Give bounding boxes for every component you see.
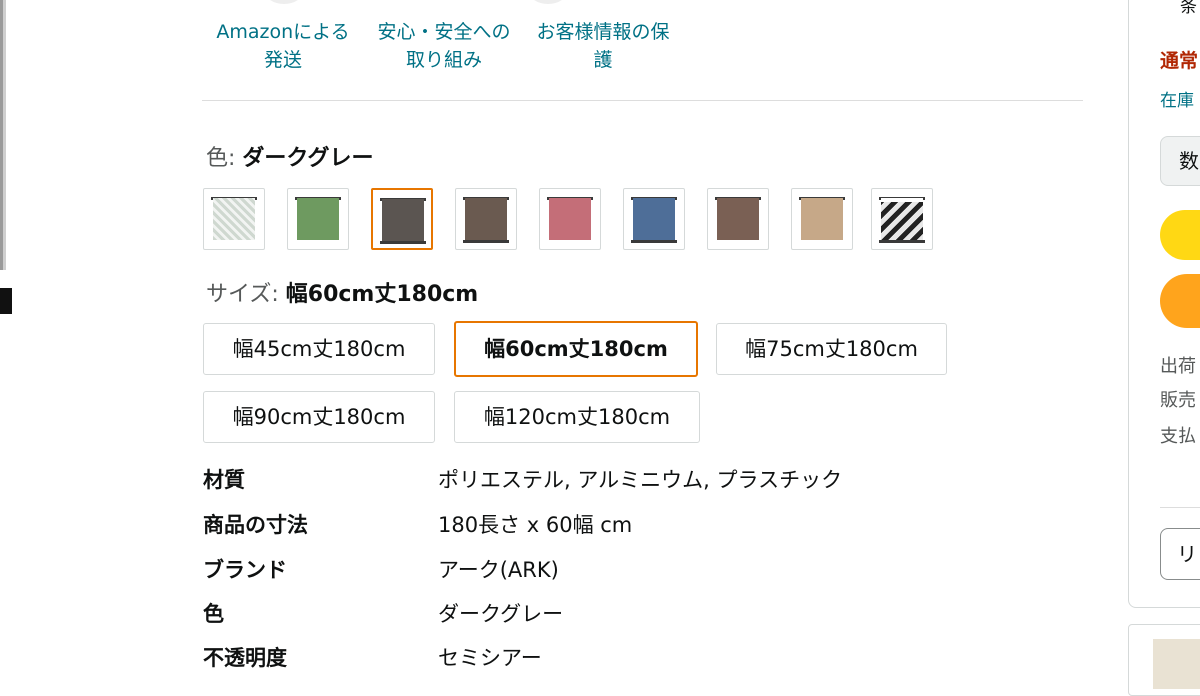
buybox-payment[interactable]: 支払 xyxy=(1160,422,1196,448)
trust-badge-fba[interactable]: Amazonによる 発送 xyxy=(203,18,363,74)
color-swatch-selected[interactable] xyxy=(371,188,433,250)
add-to-list-button[interactable]: リ xyxy=(1160,528,1200,580)
trust-badges: Amazonによる 発送 安心・安全への 取り組み お客様情報の保 護 xyxy=(203,0,703,80)
section-divider xyxy=(202,100,1083,101)
swatch-fabric xyxy=(633,198,675,240)
spec-value: ポリエステル, アルミニウム, プラスチック xyxy=(438,468,843,492)
buybox-sold-by: 販売 xyxy=(1160,390,1196,411)
trust-icon xyxy=(265,0,303,4)
trust-badge-line: お客様情報の保 xyxy=(536,21,670,43)
spec-value: セミシアー xyxy=(438,646,542,670)
buybox-divider xyxy=(1160,507,1200,508)
color-swatch[interactable] xyxy=(707,188,769,250)
color-variation-label: 色: ダークグレー xyxy=(206,140,374,172)
size-label-value: 幅60cm丈180cm xyxy=(285,282,479,307)
buybox-shipping-type: 通常 xyxy=(1160,50,1199,72)
image-frame-shadow xyxy=(0,0,3,270)
image-frame-foot xyxy=(0,288,12,314)
color-swatch[interactable] xyxy=(455,188,517,250)
swatch-rod xyxy=(879,240,925,243)
spec-key: 不透明度 xyxy=(203,646,287,670)
color-swatch[interactable] xyxy=(871,188,933,250)
left-image-edge xyxy=(0,0,12,675)
color-swatch[interactable] xyxy=(539,188,601,250)
swatch-fabric xyxy=(881,198,923,240)
swatch-fabric xyxy=(717,198,759,240)
related-product-thumbnail xyxy=(1153,639,1200,689)
trust-badge-safety[interactable]: 安心・安全への 取り組み xyxy=(364,18,524,74)
quantity-select[interactable]: 数 xyxy=(1160,136,1200,186)
spec-value: 180長さ x 60幅 cm xyxy=(438,513,633,537)
trust-badge-line: 取り組み xyxy=(405,49,482,71)
size-option[interactable]: 幅45cm丈180cm xyxy=(203,323,435,375)
trust-badge-line: Amazonによる xyxy=(216,21,350,43)
spec-row: ブランド アーク(ARK) xyxy=(203,550,1003,590)
color-swatch[interactable] xyxy=(791,188,853,250)
spec-row: 材質 ポリエステル, アルミニウム, プラスチック xyxy=(203,460,1003,500)
color-swatch[interactable] xyxy=(623,188,685,250)
swatch-fabric xyxy=(801,198,843,240)
size-option-selected[interactable]: 幅60cm丈180cm xyxy=(454,321,698,377)
spec-key: 商品の寸法 xyxy=(203,513,308,537)
related-product-card[interactable] xyxy=(1128,624,1200,696)
size-label-key: サイズ: xyxy=(206,282,279,307)
buybox-ship-from: 出荷 xyxy=(1160,356,1196,377)
color-label-key: 色: xyxy=(206,146,236,171)
swatch-rod xyxy=(380,241,426,244)
spec-row: 不透明度 セミシアー xyxy=(203,638,1003,678)
spec-key: ブランド xyxy=(203,558,287,582)
buybox-stock: 在庫 xyxy=(1160,91,1194,111)
spec-key: 材質 xyxy=(203,468,245,492)
size-option[interactable]: 幅90cm丈180cm xyxy=(203,391,435,443)
trust-badge-line: 護 xyxy=(593,49,613,71)
size-option[interactable]: 幅75cm丈180cm xyxy=(716,323,947,375)
spec-value: アーク(ARK) xyxy=(438,558,559,582)
trust-badge-privacy[interactable]: お客様情報の保 護 xyxy=(523,18,683,74)
trust-badge-line: 発送 xyxy=(263,49,302,71)
swatch-fabric xyxy=(382,199,424,241)
swatch-rod xyxy=(631,240,677,243)
spec-key: 色 xyxy=(203,602,224,626)
spec-row: 色 ダークグレー xyxy=(203,594,1003,634)
trust-icon xyxy=(529,0,567,4)
swatch-fabric xyxy=(213,198,255,240)
trust-badge-line: 安心・安全への xyxy=(377,21,511,43)
size-option[interactable]: 幅120cm丈180cm xyxy=(454,391,700,443)
swatch-fabric xyxy=(549,198,591,240)
color-swatch[interactable] xyxy=(287,188,349,250)
swatch-rod xyxy=(463,240,509,243)
buybox-top-text: 条 xyxy=(1180,0,1197,17)
swatch-fabric xyxy=(465,198,507,240)
swatch-fabric xyxy=(297,198,339,240)
spec-value: ダークグレー xyxy=(438,602,564,626)
spec-row: 商品の寸法 180長さ x 60幅 cm xyxy=(203,505,1003,545)
size-variation-label: サイズ: 幅60cm丈180cm xyxy=(206,276,478,308)
color-swatch[interactable] xyxy=(203,188,265,250)
color-label-value: ダークグレー xyxy=(242,146,374,171)
